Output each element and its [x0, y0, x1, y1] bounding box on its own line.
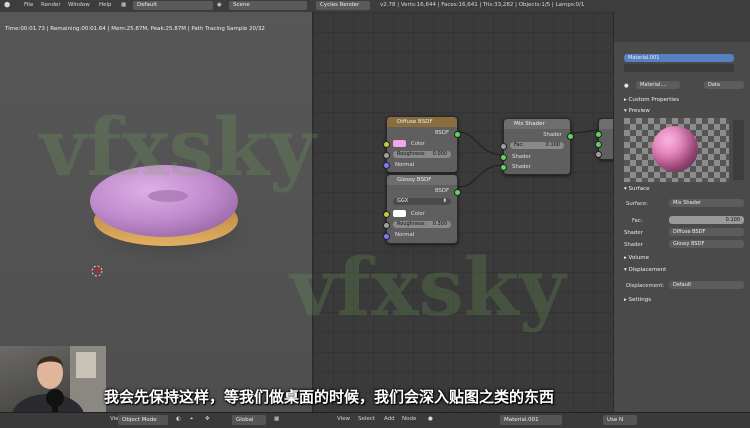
mix-shader2-label: Shader [512, 164, 531, 170]
mix-shader1-label: Shader [512, 154, 531, 160]
material-slot-list[interactable] [624, 64, 734, 72]
bottom-header-bar: View Object Mode ◐ ⌖ ✥ Global ▦ View Sel… [0, 412, 750, 428]
pivot-icon[interactable]: ⌖ [190, 416, 193, 423]
glossy-distribution-dropdown[interactable]: GGX ⬍ [393, 198, 451, 205]
diffuse-color-label: Color [411, 141, 425, 147]
mix-shader2-socket[interactable] [500, 164, 507, 171]
glossy-bsdf-node[interactable]: Glossy BSDF BSDF GGX ⬍ Color Roughness: … [383, 174, 461, 244]
diffuse-roughness-field[interactable]: Roughness: 0.000 [393, 151, 451, 158]
diffuse-bsdf-output-socket[interactable] [454, 131, 461, 138]
shading-icon[interactable]: ◐ [176, 416, 181, 422]
diffuse-color-socket[interactable] [383, 141, 390, 148]
shader1-dropdown[interactable]: Diffuse BSDF [669, 228, 744, 236]
displacement-label: Displacement: [626, 283, 665, 289]
orientation-dropdown[interactable]: Global [232, 415, 266, 425]
mix-node-header[interactable]: Mix Shader [504, 119, 570, 129]
output-volume-socket[interactable] [595, 141, 602, 148]
material-slot-item[interactable]: Material.001 [624, 54, 734, 62]
presenter-image [12, 346, 106, 412]
diffuse-normal-label: Normal [395, 162, 415, 168]
preview-header[interactable]: ▾ Preview [624, 108, 650, 114]
output-displacement-socket[interactable] [595, 151, 602, 158]
material-name-field[interactable]: Material.... [636, 81, 680, 89]
mix-output-label: Shader [543, 132, 562, 138]
chevron-down-icon: ⬍ [442, 198, 447, 204]
glossy-normal-socket[interactable] [383, 233, 390, 240]
properties-tabs-strip [614, 12, 750, 42]
use-nodes-toggle[interactable]: Use N [603, 415, 637, 425]
mix-shader-output-socket[interactable] [567, 133, 574, 140]
menu-help[interactable]: Help [99, 2, 112, 8]
screen-layout-icon[interactable]: ▦ [121, 2, 126, 8]
material-datablock-field[interactable]: Material.001 [500, 415, 562, 425]
material-sphere-icon: ● [624, 83, 629, 89]
shader2-dropdown[interactable]: Glossy BSDF [669, 240, 744, 248]
shader2-label: Shader [624, 242, 643, 248]
diffuse-roughness-socket[interactable] [383, 152, 390, 159]
material-output-node[interactable] [595, 118, 613, 160]
watermark-upper: vfxsky [40, 100, 316, 194]
glossy-output-label: BSDF [434, 188, 449, 194]
node-menu-add[interactable]: Add [384, 416, 395, 422]
surface-shader-dropdown[interactable]: Mix Shader [669, 199, 744, 207]
mix-shader-node[interactable]: Mix Shader Shader Fac: 0.100 Shader Shad… [500, 118, 574, 175]
mix-fac-socket[interactable] [500, 143, 507, 150]
node-menu-node[interactable]: Node [402, 416, 416, 422]
material-output-header[interactable] [599, 119, 613, 129]
settings-header[interactable]: ▸ Settings [624, 297, 651, 303]
scene-stats: v2.78 | Verts:16,644 | Faces:16,641 | Tr… [380, 2, 585, 8]
node-menu-view[interactable]: View [337, 416, 350, 422]
presenter-webcam [0, 346, 106, 412]
glossy-color-swatch[interactable] [393, 210, 406, 217]
screen-layout-dropdown[interactable]: Default [133, 1, 213, 10]
surface-label: Surface: [626, 201, 648, 207]
object-mode-dropdown[interactable]: Object Mode [118, 415, 168, 425]
menu-file[interactable]: File [24, 2, 33, 8]
preview-sphere [652, 126, 698, 172]
glossy-color-label: Color [411, 211, 425, 217]
video-subtitle: 我会先保持这样，等我们做桌面的时候，我们会深入贴图之类的东西 [104, 388, 555, 406]
glossy-color-socket[interactable] [383, 211, 390, 218]
glossy-bsdf-output-socket[interactable] [454, 189, 461, 196]
glossy-roughness-field[interactable]: Roughness: 0.300 [393, 221, 451, 228]
displacement-header[interactable]: ▾ Displacement [624, 267, 666, 273]
surface-header[interactable]: ▾ Surface [624, 186, 649, 192]
scene-dropdown[interactable]: Scene [229, 1, 307, 10]
node-menu-select[interactable]: Select [358, 416, 375, 422]
fac-label: Fac: [632, 218, 643, 224]
mix-shader1-socket[interactable] [500, 154, 507, 161]
properties-panel[interactable]: Material.001 ● Material.... Data ▸ Custo… [614, 12, 750, 412]
render-status-text: Time:00:01.73 | Remaining:00:01.64 | Mem… [5, 26, 265, 32]
watermark-lower: vfxsky [290, 240, 566, 334]
diffuse-normal-socket[interactable] [383, 162, 390, 169]
diffuse-color-swatch[interactable] [393, 140, 406, 147]
scene-icon[interactable]: ◉ [217, 2, 222, 8]
menu-window[interactable]: Window [68, 2, 90, 8]
displacement-dropdown[interactable]: Default [669, 281, 744, 289]
preview-type-buttons[interactable] [733, 120, 744, 180]
blender-logo-icon[interactable]: ⬤ [4, 2, 10, 8]
glossy-roughness-socket[interactable] [383, 222, 390, 229]
fac-slider[interactable]: 0.100 [669, 216, 744, 224]
menu-render[interactable]: Render [41, 2, 61, 8]
mix-fac-field[interactable]: Fac: 0.100 [510, 142, 564, 149]
glossy-node-header[interactable]: Glossy BSDF [387, 175, 457, 185]
layers-icon[interactable]: ▦ [274, 416, 279, 422]
diffuse-node-header[interactable]: Diffuse BSDF [387, 117, 457, 127]
node-editor[interactable]: Diffuse BSDF BSDF Color Roughness: 0.000… [313, 12, 613, 412]
render-engine-dropdown[interactable]: Cycles Render [316, 1, 370, 10]
shader-type-icon[interactable]: ● [428, 416, 433, 422]
custom-properties-header[interactable]: ▸ Custom Properties [624, 97, 679, 103]
diffuse-bsdf-node[interactable]: Diffuse BSDF BSDF Color Roughness: 0.000… [383, 116, 461, 173]
glossy-normal-label: Normal [395, 232, 415, 238]
manipulator-icon[interactable]: ✥ [205, 416, 210, 422]
diffuse-output-label: BSDF [434, 130, 449, 136]
shader1-label: Shader [624, 230, 643, 236]
data-link-dropdown[interactable]: Data [704, 81, 744, 89]
material-preview [624, 118, 729, 182]
volume-header[interactable]: ▸ Volume [624, 255, 649, 261]
node-links [457, 129, 602, 188]
output-surface-socket[interactable] [595, 131, 602, 138]
